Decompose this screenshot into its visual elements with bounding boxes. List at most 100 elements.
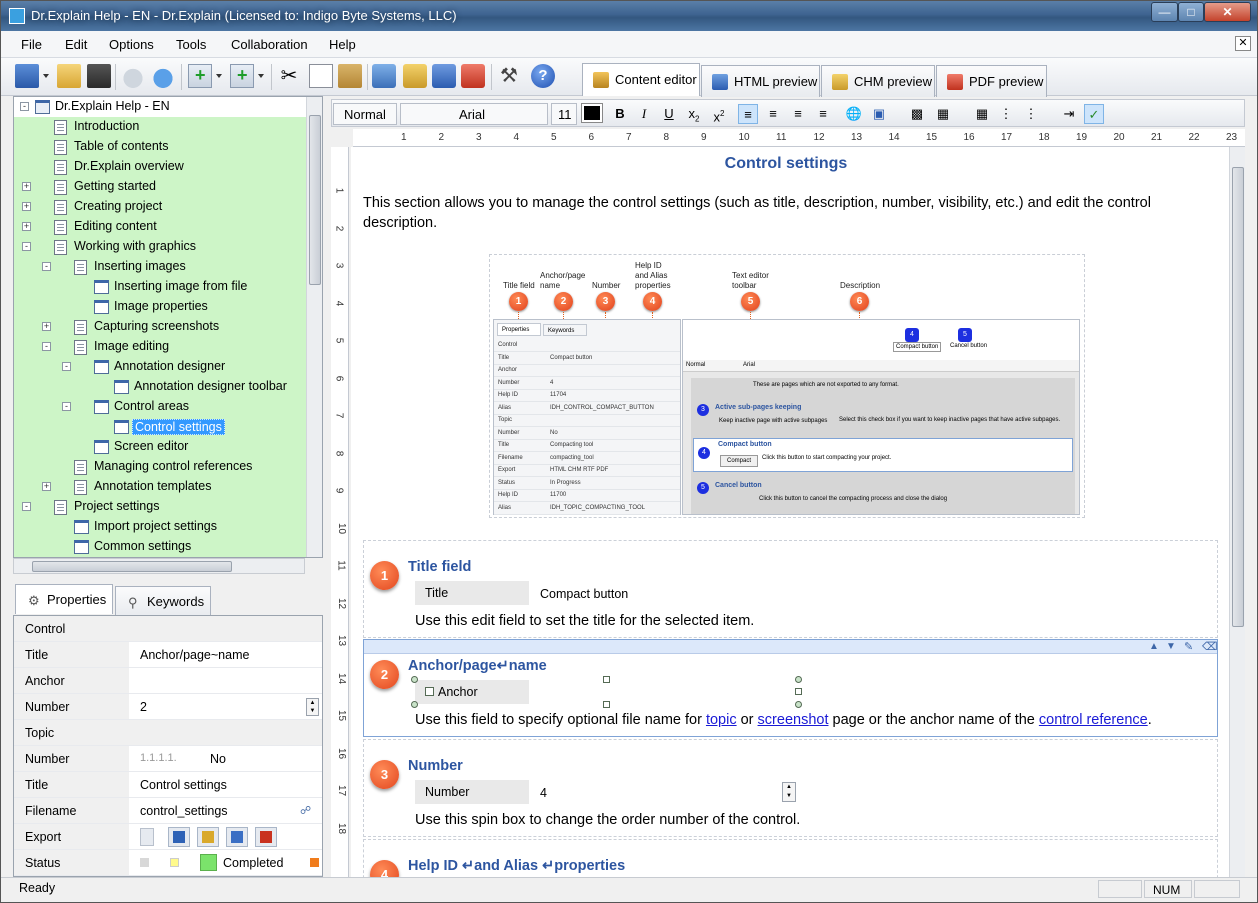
- tree-item[interactable]: - Working with graphics: [14, 237, 306, 257]
- prop-title[interactable]: Title Anchor/page~name: [14, 642, 322, 668]
- tree-item[interactable]: - Inserting images: [14, 257, 306, 277]
- checkbox-icon[interactable]: [425, 687, 434, 696]
- status-completed-swatch[interactable]: [200, 854, 217, 871]
- generate-rtf-icon[interactable]: [432, 64, 456, 88]
- tree-item[interactable]: Introduction: [14, 117, 306, 137]
- superscript-button[interactable]: x2: [709, 104, 729, 124]
- delete-icon[interactable]: ⌫: [1202, 640, 1218, 653]
- tree-item[interactable]: Table of contents: [14, 137, 306, 157]
- close-button[interactable]: ✕: [1204, 2, 1251, 22]
- tree-item[interactable]: Dr.Explain overview: [14, 157, 306, 177]
- status-attention-swatch[interactable]: [310, 858, 319, 867]
- move-up-icon[interactable]: ▲: [1149, 641, 1159, 652]
- align-left-button[interactable]: ≡: [738, 104, 758, 124]
- tree-horizontal-scrollbar[interactable]: [13, 558, 305, 574]
- export-chm-icon[interactable]: [197, 827, 219, 847]
- generate-pdf-icon[interactable]: [461, 64, 485, 88]
- move-down-icon[interactable]: ▼: [1166, 641, 1176, 652]
- collapse-icon[interactable]: -: [22, 242, 31, 251]
- align-right-button[interactable]: ≡: [788, 104, 808, 124]
- prop-export[interactable]: Export: [14, 824, 322, 850]
- tree-item[interactable]: - Project settings: [14, 497, 306, 517]
- control-block-2[interactable]: ▲ ▼ ✎ ⌫ 2 Anchor/page↵name Anchor Use th…: [363, 639, 1218, 737]
- tree-root[interactable]: - Dr.Explain Help - EN: [14, 97, 306, 117]
- new-project-icon[interactable]: [15, 64, 39, 88]
- open-folder-icon[interactable]: [57, 64, 81, 88]
- expand-icon[interactable]: +: [22, 202, 31, 211]
- subscript-button[interactable]: x2: [684, 104, 704, 124]
- status-in-progress-swatch[interactable]: [170, 858, 179, 867]
- resize-handle[interactable]: [795, 688, 802, 695]
- tree-item[interactable]: Common settings: [14, 537, 306, 557]
- help-icon[interactable]: ?: [531, 64, 555, 88]
- menu-options[interactable]: Options: [109, 37, 154, 52]
- add-child-topic-icon[interactable]: [230, 64, 254, 88]
- tree-item[interactable]: Screen editor: [14, 437, 306, 457]
- menu-help[interactable]: Help: [329, 37, 356, 52]
- scroll-thumb[interactable]: [309, 115, 321, 285]
- prop-filename[interactable]: Filename control_settings ☍: [14, 798, 322, 824]
- tree-item[interactable]: + Getting started: [14, 177, 306, 197]
- insert-field-icon[interactable]: ▦: [933, 104, 953, 124]
- paste-icon[interactable]: [338, 64, 362, 88]
- indent-icon[interactable]: ⇥: [1059, 104, 1079, 124]
- prop-number[interactable]: Number 2 ▲ ▼: [14, 694, 322, 720]
- save-icon[interactable]: [87, 64, 111, 88]
- chevron-down-icon[interactable]: [43, 74, 49, 78]
- scroll-thumb[interactable]: [1232, 167, 1244, 627]
- status-none-swatch[interactable]: [140, 858, 149, 867]
- expand-icon[interactable]: +: [42, 322, 51, 331]
- number-spinner[interactable]: ▲ ▼: [782, 782, 796, 802]
- resize-handle[interactable]: [411, 676, 418, 683]
- export-pdf-icon[interactable]: [255, 827, 277, 847]
- resize-handle[interactable]: [603, 701, 610, 708]
- annotated-screenshot[interactable]: Title field Anchor/page name Number Help…: [489, 254, 1085, 518]
- menu-edit[interactable]: Edit: [65, 37, 87, 52]
- topic-link[interactable]: topic: [706, 712, 737, 728]
- prop-status[interactable]: Status Completed: [14, 850, 322, 876]
- bold-button[interactable]: B: [610, 104, 630, 124]
- menu-file[interactable]: File: [21, 37, 42, 52]
- export-html-icon[interactable]: [168, 827, 190, 847]
- link-icon[interactable]: ☍: [300, 804, 311, 817]
- resize-handle[interactable]: [795, 676, 802, 683]
- prop-anchor[interactable]: Anchor: [14, 668, 322, 694]
- numbered-list-icon[interactable]: ⋮: [1021, 104, 1041, 124]
- tree-item[interactable]: Import project settings: [14, 517, 306, 537]
- menu-tools[interactable]: Tools: [176, 37, 206, 52]
- resize-handle[interactable]: [603, 676, 610, 683]
- underline-button[interactable]: U: [659, 104, 679, 124]
- justify-button[interactable]: ≡: [813, 104, 833, 124]
- tools-icon[interactable]: ⚒: [497, 64, 521, 88]
- control-block-4[interactable]: 4 Help ID ↵and Alias ↵properties: [363, 839, 1218, 877]
- tree-item[interactable]: - Annotation designer: [14, 357, 306, 377]
- cloud-download-icon[interactable]: [121, 64, 145, 88]
- tree-item[interactable]: + Creating project: [14, 197, 306, 217]
- chevron-down-icon[interactable]: [258, 74, 264, 78]
- align-center-button[interactable]: ≡: [763, 104, 783, 124]
- tree-item[interactable]: Control settings: [14, 417, 306, 437]
- tab-chm-preview[interactable]: CHM preview: [821, 65, 935, 97]
- font-select[interactable]: Arial: [400, 103, 548, 125]
- tree-item[interactable]: + Editing content: [14, 217, 306, 237]
- menu-collaboration[interactable]: Collaboration: [231, 37, 308, 52]
- add-topic-icon[interactable]: [188, 64, 212, 88]
- tree-item[interactable]: Annotation designer toolbar: [14, 377, 306, 397]
- tab-content-editor[interactable]: Content editor: [582, 63, 700, 96]
- document-vertical-scrollbar[interactable]: [1229, 147, 1245, 877]
- scroll-thumb[interactable]: [32, 561, 232, 572]
- tree-item[interactable]: - Control areas: [14, 397, 306, 417]
- hyperlink-icon[interactable]: 🌐: [844, 104, 864, 124]
- resize-handle[interactable]: [795, 701, 802, 708]
- control-block-1[interactable]: 1 Title field Title Compact button Use t…: [363, 540, 1218, 638]
- tree-vertical-scrollbar[interactable]: [306, 97, 322, 557]
- edit-icon[interactable]: ✎: [1184, 640, 1193, 653]
- insert-image-icon[interactable]: ▣: [869, 104, 889, 124]
- bullet-list-icon[interactable]: ⋮: [996, 104, 1016, 124]
- prop-topic-title[interactable]: Title Control settings: [14, 772, 322, 798]
- collapse-icon[interactable]: -: [42, 342, 51, 351]
- export-rtf-icon[interactable]: [226, 827, 248, 847]
- resize-handle[interactable]: [411, 701, 418, 708]
- generate-html-icon[interactable]: [372, 64, 396, 88]
- expand-icon[interactable]: +: [22, 222, 31, 231]
